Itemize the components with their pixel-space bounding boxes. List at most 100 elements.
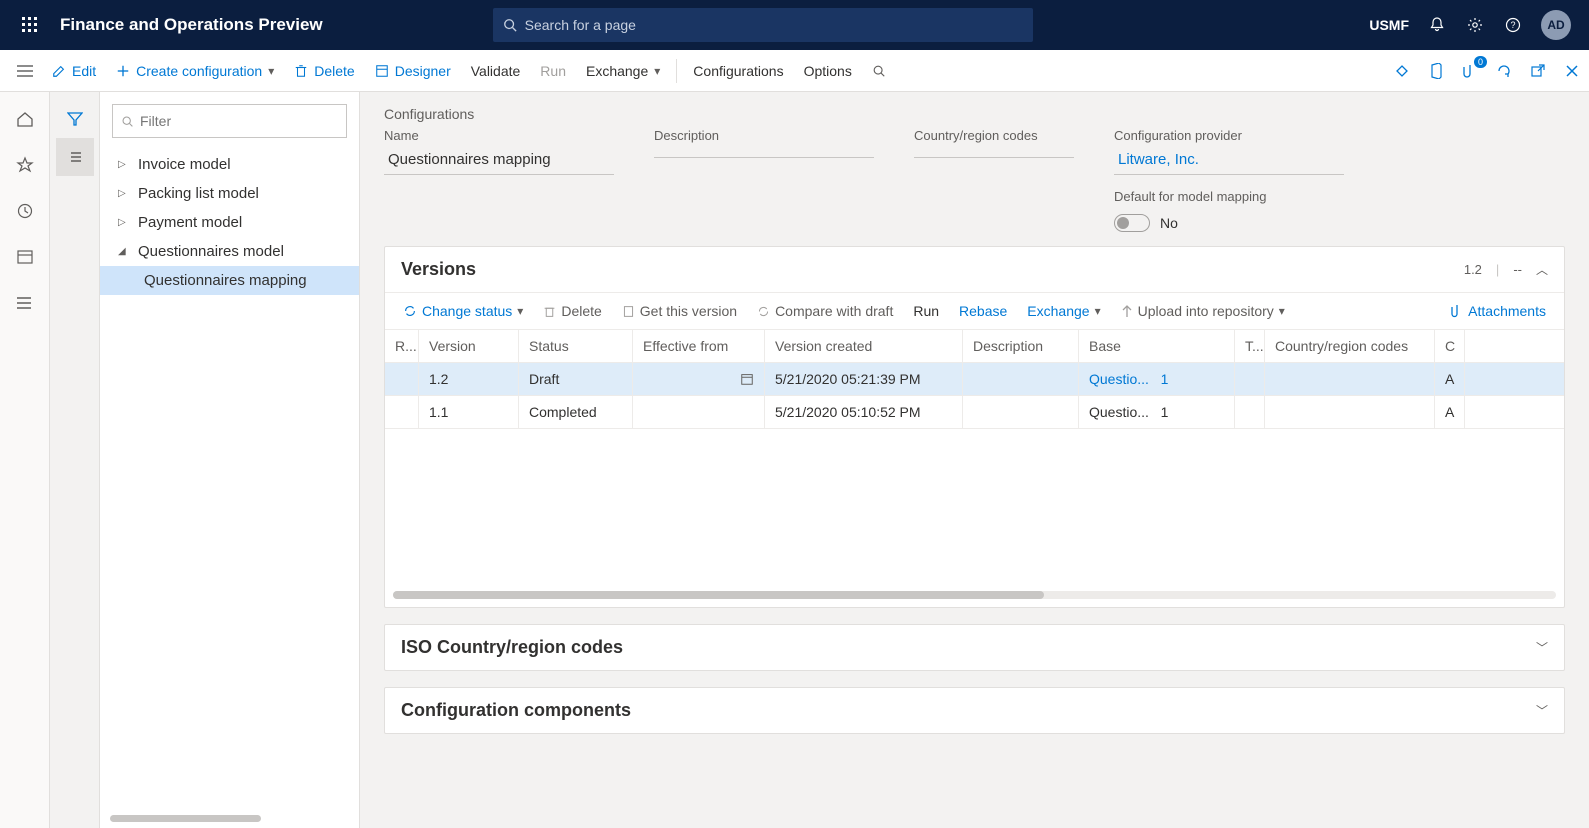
table-row[interactable]: 1.2 Draft 5/21/2020 05:21:39 PM Questio.… [385,363,1564,396]
chevron-down-icon: ▾ [268,64,274,78]
versions-current: 1.2 [1464,262,1482,277]
tree-node-questionnaires-mapping[interactable]: Questionnaires mapping [100,266,359,295]
col-effective-from[interactable]: Effective from [633,330,765,362]
chevron-up-icon[interactable]: ︿ [1536,261,1548,278]
filter-icon[interactable] [56,100,94,138]
field-label-crc: Country/region codes [914,128,1074,143]
home-icon[interactable] [6,100,44,138]
refresh-icon[interactable] [1495,62,1513,80]
options-tab[interactable]: Options [794,50,862,91]
chevron-down-icon: ▾ [1279,304,1285,318]
workspaces-icon[interactable] [6,238,44,276]
chevron-down-icon: ▾ [654,64,660,78]
rebase-button[interactable]: Rebase [951,299,1015,323]
version-delete-button[interactable]: Delete [535,299,609,323]
edit-button[interactable]: Edit [42,50,106,91]
designer-button[interactable]: Designer [365,50,461,91]
default-mapping-toggle[interactable] [1114,214,1150,232]
chevron-down-icon[interactable]: ﹀ [1536,639,1548,656]
upload-repository-button[interactable]: Upload into repository ▾ [1113,299,1293,323]
find-button[interactable] [862,50,896,91]
table-horizontal-scrollbar[interactable] [393,591,1556,599]
col-crc[interactable]: Country/region codes [1265,330,1435,362]
tree-toolbar [50,92,100,828]
field-provider[interactable]: Litware, Inc. [1114,147,1344,175]
bell-icon[interactable] [1427,15,1447,35]
field-label-default: Default for model mapping [1114,189,1344,204]
tree-node-payment-model[interactable]: ▷Payment model [100,208,359,237]
tree-horizontal-scrollbar[interactable] [110,815,261,822]
version-exchange-button[interactable]: Exchange ▾ [1019,299,1108,323]
chevron-down-icon: ▾ [1095,304,1101,318]
caret-right-icon: ▷ [118,217,130,228]
command-bar: Edit Create configuration▾ Delete Design… [0,50,1589,92]
svg-text:?: ? [1510,20,1515,30]
close-icon[interactable] [1563,62,1581,80]
tree-filter[interactable] [112,104,347,138]
configuration-components-panel[interactable]: Configuration components﹀ [384,687,1565,734]
create-configuration-button[interactable]: Create configuration▾ [106,50,284,91]
version-attachments-button[interactable]: Attachments [1443,299,1554,323]
col-base[interactable]: Base [1079,330,1235,362]
tree-node-questionnaires-model[interactable]: ◢Questionnaires model [100,237,359,266]
modules-icon[interactable] [6,284,44,322]
col-cr[interactable]: C [1435,330,1465,362]
global-search-input[interactable] [525,17,1023,33]
col-description[interactable]: Description [963,330,1079,362]
hamburger-icon[interactable] [8,64,42,78]
global-search[interactable] [493,8,1033,42]
calendar-icon[interactable] [740,372,754,386]
gear-icon[interactable] [1465,15,1485,35]
caret-right-icon: ▷ [118,188,130,199]
change-status-button[interactable]: Change status ▾ [395,299,531,323]
chevron-down-icon[interactable]: ﹀ [1536,702,1548,719]
table-row[interactable]: 1.1 Completed 5/21/2020 05:10:52 PM Ques… [385,396,1564,429]
recent-icon[interactable] [6,192,44,230]
left-rail [0,92,50,828]
field-description[interactable] [654,147,874,158]
tree-node-packing-list-model[interactable]: ▷Packing list model [100,179,359,208]
field-label-name: Name [384,128,614,143]
caret-right-icon: ▷ [118,159,130,170]
delete-button[interactable]: Delete [284,50,364,91]
col-t[interactable]: T... [1235,330,1265,362]
field-label-provider: Configuration provider [1114,128,1344,143]
col-version[interactable]: Version [419,330,519,362]
versions-panel: Versions 1.2 | -- ︿ Change status ▾ Dele… [384,246,1565,608]
exchange-button[interactable]: Exchange ▾ [576,50,670,91]
related-info-icon[interactable] [1393,62,1411,80]
field-label-description: Description [654,128,874,143]
waffle-icon[interactable] [10,17,50,33]
office-icon[interactable] [1427,62,1445,80]
avatar[interactable]: AD [1541,10,1571,40]
validate-button[interactable]: Validate [461,50,531,91]
help-icon[interactable]: ? [1503,15,1523,35]
app-title: Finance and Operations Preview [50,15,323,35]
field-name[interactable]: Questionnaires mapping [384,147,614,175]
iso-codes-panel[interactable]: ISO Country/region codes﹀ [384,624,1565,671]
content-area: Configurations Name Questionnaires mappi… [360,92,1589,828]
popout-icon[interactable] [1529,62,1547,80]
col-version-created[interactable]: Version created [765,330,963,362]
attachments-icon[interactable]: 0 [1461,62,1479,80]
list-view-icon[interactable] [56,138,94,176]
caret-down-icon: ◢ [118,246,130,257]
configurations-tab[interactable]: Configurations [683,50,793,91]
field-crc[interactable] [914,147,1074,158]
run-button: Run [530,50,576,91]
breadcrumb: Configurations [384,106,1565,122]
compare-button[interactable]: Compare with draft [749,299,901,323]
col-status[interactable]: Status [519,330,633,362]
company-code[interactable]: USMF [1369,17,1409,33]
configuration-tree-pane: ▷Invoice model ▷Packing list model ▷Paym… [100,92,360,828]
chevron-down-icon: ▾ [517,304,523,318]
tree-filter-input[interactable] [140,113,338,129]
get-version-button[interactable]: Get this version [614,299,745,323]
col-r[interactable]: R... [385,330,419,362]
versions-table: R... Version Status Effective from Versi… [385,330,1564,589]
topbar: Finance and Operations Preview USMF ? AD [0,0,1589,50]
version-run-button[interactable]: Run [905,299,947,323]
default-mapping-value: No [1160,215,1178,231]
tree-node-invoice-model[interactable]: ▷Invoice model [100,150,359,179]
star-icon[interactable] [6,146,44,184]
